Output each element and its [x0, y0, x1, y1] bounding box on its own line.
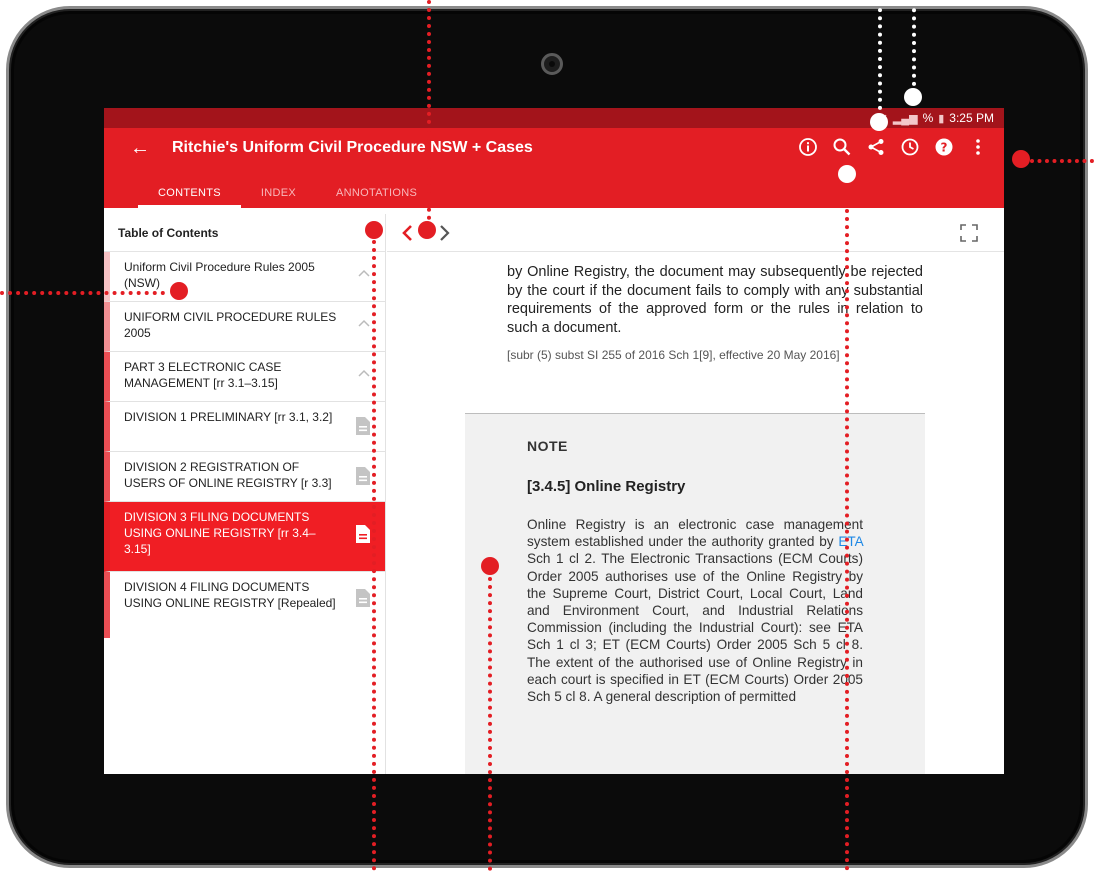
chevron-up-icon[interactable]	[357, 318, 371, 328]
note-heading: [3.4.5] Online Registry	[527, 478, 686, 495]
app-bar: ← Ritchie's Uniform Civil Procedure NSW …	[104, 128, 1004, 208]
tab-contents[interactable]: CONTENTS	[138, 178, 241, 208]
toc-item-label: UNIFORM CIVIL PROCEDURE RULES 2005	[124, 310, 337, 340]
toc-item[interactable]: Uniform Civil Procedure Rules 2005 (NSW)	[104, 252, 385, 302]
toc-item[interactable]: DIVISION 2 REGISTRATION OF USERS OF ONLI…	[104, 452, 385, 502]
battery-percent: %	[922, 111, 934, 125]
document-icon	[356, 589, 370, 607]
note-box: NOTE [3.4.5] Online Registry Online Regi…	[465, 413, 925, 774]
fullscreen-icon[interactable]	[960, 224, 978, 242]
toc-item-label: DIVISION 2 REGISTRATION OF USERS OF ONLI…	[124, 460, 332, 490]
tab-index[interactable]: INDEX	[241, 178, 316, 208]
document-icon	[356, 467, 370, 485]
callout-marker	[481, 557, 499, 575]
callout-marker	[170, 282, 188, 300]
callout-marker	[1012, 150, 1030, 168]
camera-icon	[541, 53, 563, 75]
chevron-up-icon[interactable]	[357, 268, 371, 278]
toc-item-selected[interactable]: DIVISION 3 FILING DOCUMENTS USING ONLINE…	[104, 502, 385, 572]
chevron-right-icon[interactable]	[433, 222, 455, 244]
tab-annotations[interactable]: ANNOTATIONS	[316, 178, 437, 208]
clock: 3:25 PM	[949, 111, 994, 125]
callout-marker	[418, 221, 436, 239]
toc-item-label: DIVISION 1 PRELIMINARY [rr 3.1, 3.2]	[124, 410, 333, 424]
battery-icon: ▮	[938, 112, 945, 125]
toc-sidebar: Table of Contents Uniform Civil Procedur…	[104, 214, 386, 774]
amendment-note: [subr (5) subst SI 255 of 2016 Sch 1[9],…	[507, 348, 840, 362]
callout-marker	[870, 113, 888, 131]
toc-header: Table of Contents	[104, 214, 385, 252]
callout-marker	[904, 88, 922, 106]
chevron-left-icon[interactable]	[397, 222, 419, 244]
toc-item-label: DIVISION 3 FILING DOCUMENTS USING ONLINE…	[124, 510, 316, 556]
document-icon	[356, 525, 370, 543]
chevron-up-icon[interactable]	[357, 368, 371, 378]
signal-icon: ▂▄▆	[892, 112, 918, 125]
info-icon[interactable]	[796, 135, 820, 159]
tab-bar: CONTENTS INDEX ANNOTATIONS	[138, 178, 437, 208]
toc-item[interactable]: DIVISION 1 PRELIMINARY [rr 3.1, 3.2]	[104, 402, 385, 452]
toc-item[interactable]: DIVISION 4 FILING DOCUMENTS USING ONLINE…	[104, 572, 385, 638]
arrow-left-icon[interactable]: ←	[130, 136, 150, 160]
search-icon[interactable]	[830, 135, 854, 159]
callout-marker	[365, 221, 383, 239]
rule-paragraph: by Online Registry, the document may sub…	[507, 264, 923, 336]
app-screen: ✕ ▂▄▆ % ▮ 3:25 PM ← Ritchie's Uniform Ci…	[104, 108, 1004, 774]
app-title: Ritchie's Uniform Civil Procedure NSW + …	[172, 139, 533, 156]
note-body-text: Sch 1 cl 2. The Electronic Transactions …	[527, 551, 863, 705]
toc-item-label: Uniform Civil Procedure Rules 2005 (NSW)	[124, 260, 315, 290]
help-icon[interactable]: ?	[932, 135, 956, 159]
content-toolbar	[387, 214, 1004, 252]
note-label: NOTE	[527, 438, 568, 454]
toc-item-label: PART 3 ELECTRONIC CASE MANAGEMENT [rr 3.…	[124, 360, 282, 390]
eta-link[interactable]: ETA	[838, 534, 863, 549]
more-vert-icon[interactable]	[966, 135, 990, 159]
toc-item-label: DIVISION 4 FILING DOCUMENTS USING ONLINE…	[124, 580, 336, 610]
toc-item[interactable]: UNIFORM CIVIL PROCEDURE RULES 2005	[104, 302, 385, 352]
note-body-text: Online Registry is an electronic case ma…	[527, 517, 863, 550]
share-icon[interactable]	[864, 135, 888, 159]
history-icon[interactable]	[898, 135, 922, 159]
note-body: Online Registry is an electronic case ma…	[527, 516, 863, 705]
svg-text:?: ?	[941, 141, 948, 155]
callout-marker	[838, 165, 856, 183]
status-bar: ✕ ▂▄▆ % ▮ 3:25 PM	[104, 108, 1004, 128]
toc-item[interactable]: PART 3 ELECTRONIC CASE MANAGEMENT [rr 3.…	[104, 352, 385, 402]
app-bar-actions: ?	[796, 135, 990, 159]
document-icon	[356, 417, 370, 435]
document-content: by Online Registry, the document may sub…	[387, 253, 1004, 774]
